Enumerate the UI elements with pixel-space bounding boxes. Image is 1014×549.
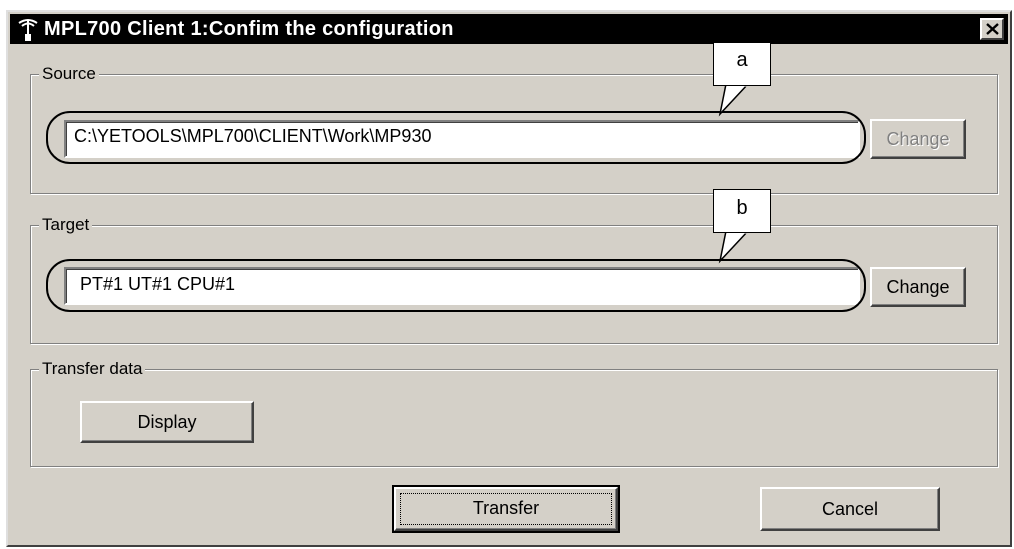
callout-b-pointer [718, 231, 749, 264]
title-bar[interactable]: MPL700 Client 1:Confim the configuration [10, 14, 1008, 44]
transfer-data-group-label: Transfer data [39, 359, 146, 379]
source-path-field[interactable]: C:\YETOOLS\MPL700\CLIENT\Work\MP930 [64, 120, 860, 158]
callout-a-pointer [718, 84, 749, 117]
focus-rect [400, 493, 612, 525]
cancel-button[interactable]: Cancel [760, 487, 940, 531]
dialog-window: MPL700 Client 1:Confim the configuration… [6, 10, 1012, 547]
window-title: MPL700 Client 1:Confim the configuration [44, 18, 454, 40]
target-change-button[interactable]: Change [870, 267, 966, 307]
target-group-label: Target [39, 215, 93, 235]
callout-a: a [713, 42, 771, 86]
target-field[interactable]: PT#1 UT#1 CPU#1 [64, 267, 860, 305]
source-group-label: Source [39, 64, 99, 84]
callout-b: b [713, 189, 771, 233]
source-change-button[interactable]: Change [870, 119, 966, 159]
transfer-button[interactable]: Transfer [392, 485, 620, 533]
display-button[interactable]: Display [80, 401, 254, 443]
antenna-icon [17, 17, 39, 42]
close-button[interactable] [980, 18, 1004, 40]
